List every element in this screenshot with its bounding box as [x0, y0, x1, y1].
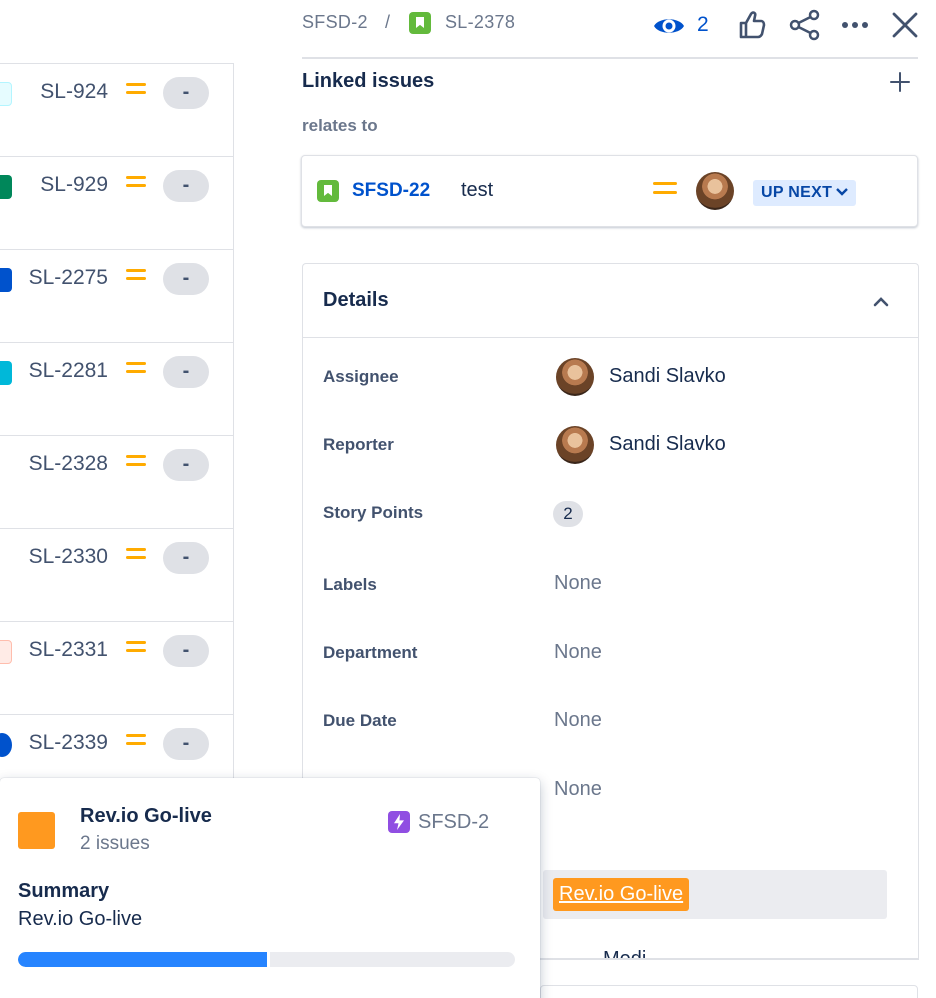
field-value[interactable]: None: [554, 778, 602, 801]
chevron-down-icon: [836, 188, 849, 196]
issue-header: SFSD-2 / SL-2378 2: [302, 0, 936, 48]
assignee-value[interactable]: Sandi Slavko: [609, 365, 726, 388]
epic-key[interactable]: SFSD-2: [418, 811, 489, 834]
header-divider: [302, 57, 918, 59]
priority-medium-icon: [126, 548, 146, 564]
avatar[interactable]: [696, 172, 734, 210]
reporter-label: Reporter: [323, 435, 394, 454]
priority-medium-icon: [653, 182, 677, 198]
reporter-value[interactable]: Sandi Slavko: [609, 433, 726, 456]
priority-medium-icon: [126, 455, 146, 471]
summary-value: Rev.io Go-live: [18, 908, 143, 930]
issue-key[interactable]: SL-2339: [29, 731, 108, 755]
story-points-value[interactable]: 2: [553, 501, 583, 527]
share-icon[interactable]: [788, 8, 822, 42]
avatar: [556, 358, 594, 396]
status-pill[interactable]: -: [163, 263, 209, 295]
due-date-label: Due Date: [323, 711, 397, 730]
issue-row[interactable]: SL-2328 -: [0, 436, 234, 529]
linked-issue-summary[interactable]: test: [461, 179, 493, 202]
priority-medium-icon: [126, 83, 146, 99]
bug-icon: [0, 640, 12, 664]
issue-key[interactable]: SL-2281: [29, 359, 108, 383]
epic-color-swatch: [18, 812, 55, 849]
linked-issue-card[interactable]: SFSD-22 test UP NEXT: [301, 155, 918, 227]
labels-label: Labels: [323, 575, 377, 594]
issue-row[interactable]: SL-924 -: [0, 64, 234, 157]
issue-row[interactable]: SL-2331 -: [0, 622, 234, 715]
status-pill[interactable]: -: [163, 728, 209, 760]
chevron-up-icon[interactable]: [871, 292, 891, 312]
breadcrumb-separator: /: [385, 12, 391, 32]
issue-row[interactable]: SL-929 -: [0, 157, 234, 250]
story-icon: [409, 12, 431, 34]
linked-issues-heading: Linked issues: [302, 70, 435, 92]
issue-key[interactable]: SL-924: [40, 80, 108, 104]
story-icon: [317, 180, 339, 202]
status-pill[interactable]: -: [163, 77, 209, 109]
task-icon: [0, 733, 12, 757]
status-pill[interactable]: -: [163, 635, 209, 667]
epic-link[interactable]: Rev.io Go-live: [553, 878, 690, 911]
status-pill[interactable]: -: [163, 170, 209, 202]
status-pill[interactable]: -: [163, 542, 209, 574]
issue-key[interactable]: SL-2330: [29, 545, 108, 569]
department-value[interactable]: None: [554, 641, 602, 664]
progress-done: [18, 952, 267, 967]
relation-label: relates to: [302, 116, 378, 135]
labels-value[interactable]: None: [554, 572, 602, 595]
priority-medium-icon: [126, 176, 146, 192]
subtask-icon: [0, 82, 12, 106]
status-dropdown[interactable]: UP NEXT: [753, 180, 857, 206]
epic-hover-card: Rev.io Go-live 2 issues SFSD-2 Summary R…: [0, 778, 540, 998]
epic-issue-count: 2 issues: [80, 833, 150, 854]
story-points-label: Story Points: [323, 503, 424, 522]
story-icon: [0, 175, 12, 199]
add-icon[interactable]: [888, 70, 912, 94]
summary-label: Summary: [18, 880, 110, 902]
issue-row[interactable]: SL-2281 -: [0, 343, 234, 436]
details-header[interactable]: Details: [303, 264, 918, 338]
epic-link-field[interactable]: Rev.io Go-live: [543, 870, 887, 919]
status-pill[interactable]: -: [163, 356, 209, 388]
status-pill[interactable]: -: [163, 449, 209, 481]
watch-count[interactable]: 2: [697, 13, 709, 37]
issue-key[interactable]: SL-2275: [29, 266, 108, 290]
close-icon[interactable]: [888, 8, 922, 42]
epic-progress-bar: [18, 952, 515, 967]
next-section: [540, 985, 918, 998]
avatar: [556, 426, 594, 464]
due-date-value[interactable]: None: [554, 709, 602, 732]
priority-medium-icon: [126, 269, 146, 285]
epic-name[interactable]: Rev.io Go-live: [80, 805, 212, 828]
issue-key[interactable]: SL-2328: [29, 452, 108, 476]
issue-key[interactable]: SL-2331: [29, 638, 108, 662]
priority-medium-icon: [126, 734, 146, 750]
department-label: Department: [323, 643, 418, 662]
subtask-icon: [0, 361, 12, 385]
progress-divider: [266, 952, 270, 967]
more-icon[interactable]: [838, 8, 872, 42]
issue-row[interactable]: SL-2330 -: [0, 529, 234, 622]
priority-medium-icon: [126, 641, 146, 657]
breadcrumb-issue-key[interactable]: SL-2378: [445, 12, 515, 33]
details-heading: Details: [323, 289, 389, 311]
task-icon: [0, 268, 12, 292]
issue-key[interactable]: SL-929: [40, 173, 108, 197]
thumbs-up-icon[interactable]: [736, 8, 770, 42]
issue-row[interactable]: SL-2275 -: [0, 250, 234, 343]
priority-medium-icon: [126, 362, 146, 378]
status-label: UP NEXT: [761, 184, 833, 201]
breadcrumb-parent[interactable]: SFSD-2: [302, 12, 368, 33]
epic-icon: [388, 811, 410, 833]
eye-icon[interactable]: [652, 9, 686, 43]
assignee-label: Assignee: [323, 367, 399, 386]
linked-issue-key[interactable]: SFSD-22: [352, 180, 430, 202]
